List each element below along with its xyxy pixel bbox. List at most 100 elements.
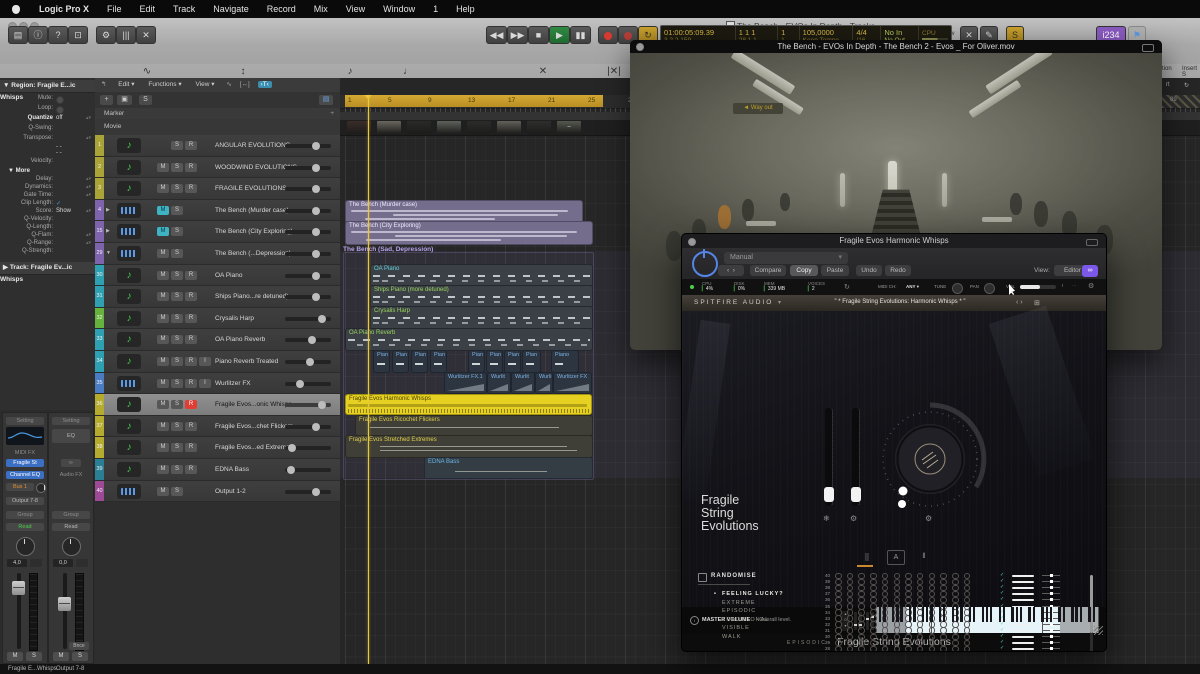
record-enable-button[interactable]: R	[185, 400, 197, 409]
setting-button[interactable]: Setting	[6, 417, 44, 425]
slider-knob[interactable]	[312, 164, 320, 172]
main-dial[interactable]	[870, 399, 990, 519]
track-volume-slider[interactable]	[285, 166, 331, 170]
more-options-icon[interactable]: ⋯	[1072, 283, 1077, 289]
row-pan-slider[interactable]	[1042, 599, 1060, 600]
row-volume-slider[interactable]	[1012, 648, 1034, 650]
row-pan-slider[interactable]	[1042, 624, 1060, 625]
vol-slider[interactable]	[1020, 285, 1056, 289]
track-row-33[interactable]: 33♪MSROA Piano Reverb	[95, 329, 340, 351]
pan-knob[interactable]	[62, 537, 81, 556]
record-enable-button[interactable]: R	[185, 335, 197, 344]
black-key[interactable]	[913, 607, 915, 622]
slider-knob[interactable]	[312, 207, 320, 215]
preset-traditional[interactable]: TRADITIONAL	[722, 617, 769, 623]
solo-button[interactable]: S	[171, 379, 183, 388]
track-volume-slider[interactable]	[285, 338, 331, 342]
slider-knob[interactable]	[312, 293, 320, 301]
track-row-29[interactable]: 29▼MSThe Bench (...Depression)	[95, 243, 340, 265]
track-name[interactable]: FRAGILE EVOLUTIONS	[215, 185, 287, 192]
track-name[interactable]: The Bench (...Depression)	[215, 250, 291, 257]
fx-enable-check[interactable]: ✓	[1000, 627, 1004, 633]
compare-button[interactable]: Compare	[750, 265, 786, 276]
pitch-wheel[interactable]	[854, 612, 857, 630]
row-volume-slider[interactable]	[1012, 581, 1034, 583]
movie-lane-header[interactable]: Movie	[95, 119, 340, 136]
track-volume-slider[interactable]	[285, 274, 331, 278]
solo-safe-button[interactable]: S	[139, 95, 152, 105]
slider-knob[interactable]	[287, 466, 295, 474]
inspector-row-loop[interactable]: Loop:	[0, 105, 95, 114]
solo-button[interactable]: S	[26, 652, 42, 661]
grid-cell[interactable]	[858, 627, 865, 634]
menu-1[interactable]: 1	[424, 4, 447, 14]
black-key[interactable]	[1063, 607, 1065, 622]
grid-cell[interactable]	[882, 646, 889, 652]
fx-enable-check[interactable]: ✓	[1000, 596, 1004, 602]
preset-dropdown[interactable]: Manual ▾	[724, 252, 848, 264]
bounce-button[interactable]: Bnce	[69, 642, 89, 650]
black-key[interactable]	[1011, 607, 1013, 622]
panic-button[interactable]: !	[1062, 283, 1063, 288]
region[interactable]: Pian	[504, 350, 521, 373]
tab-mixer[interactable]: ⫴	[916, 550, 932, 563]
mute-button[interactable]: M	[157, 292, 169, 301]
solo-button[interactable]: S	[171, 206, 183, 215]
track-volume-slider[interactable]	[285, 295, 331, 299]
grid-cell[interactable]	[847, 646, 854, 652]
resize-handle[interactable]	[1094, 626, 1103, 635]
grid-cell[interactable]	[905, 627, 912, 634]
region[interactable]: Pian	[468, 350, 485, 373]
track-name[interactable]: The Bench (City Exploring)	[215, 228, 293, 235]
stepper-icon[interactable]: ▴▾	[86, 135, 91, 141]
region[interactable]: Piano	[551, 350, 579, 373]
black-key[interactable]	[926, 607, 928, 622]
mute-button[interactable]: M	[157, 184, 169, 193]
region[interactable]: The Bench (City Exploring)	[345, 221, 593, 245]
menu-mix[interactable]: Mix	[305, 4, 337, 14]
stepper-icon[interactable]: ▴▾	[86, 232, 91, 238]
solo-button[interactable]: S	[171, 141, 183, 150]
lcd-dropdown-icon[interactable]: ∨	[951, 30, 955, 37]
refresh-icon[interactable]: ↻	[1184, 82, 1189, 89]
track-row-2[interactable]: 2♪MSRWOODWIND EVOLUTIONS	[95, 157, 340, 179]
row-pan-slider[interactable]	[1042, 648, 1060, 649]
row-pan-slider[interactable]	[1042, 587, 1060, 588]
black-key[interactable]	[1003, 607, 1005, 622]
preset-walk[interactable]: WALK	[722, 634, 741, 640]
grid-cell[interactable]	[952, 627, 959, 634]
solo-button[interactable]: S	[171, 487, 183, 496]
record-enable-button[interactable]: R	[185, 314, 197, 323]
track-volume-slider[interactable]	[285, 252, 331, 256]
zoom-brackets-icon[interactable]: [↔]	[240, 81, 250, 88]
black-key[interactable]	[1041, 607, 1043, 622]
black-key[interactable]	[986, 607, 988, 622]
grid-cell[interactable]	[894, 627, 901, 634]
row-pan-slider[interactable]	[1042, 630, 1060, 631]
slider-knob[interactable]	[312, 142, 320, 150]
track-row-1[interactable]: 1♪SRANGULAR EVOLUTIONS	[95, 135, 340, 157]
fx-enable-check[interactable]: ✓	[1000, 578, 1004, 584]
inspector-row-q-strength[interactable]: Q-Strength:	[0, 248, 95, 257]
grid-cell[interactable]	[964, 646, 971, 652]
black-key[interactable]	[1071, 607, 1073, 622]
slider-knob[interactable]	[308, 336, 316, 344]
region[interactable]: OA Piano	[370, 264, 593, 287]
black-key[interactable]	[896, 607, 898, 622]
slider-knob[interactable]	[312, 423, 320, 431]
solo-button[interactable]: S	[171, 184, 183, 193]
track-row-36[interactable]: 36♪MSRFragile Evos...onic Whisps	[95, 394, 340, 416]
inspector-value[interactable]: - -	[56, 150, 62, 156]
black-key[interactable]	[956, 607, 958, 622]
setting-button[interactable]: Setting	[52, 417, 90, 425]
region[interactable]: Crysalis Harp	[370, 306, 593, 330]
grid-cell[interactable]	[858, 646, 865, 652]
track-row-4[interactable]: 4▶MSThe Bench (Murder case)	[95, 200, 340, 222]
send-knob[interactable]	[36, 483, 46, 493]
channel-eq-slot[interactable]: Channel EQ	[6, 471, 44, 479]
purge-refresh-icon[interactable]: ↻	[844, 283, 850, 291]
menu-logic-pro-x[interactable]: Logic Pro X	[30, 4, 98, 14]
stepper-icon[interactable]: ▴▾	[86, 208, 91, 214]
track-row-38[interactable]: 38♪MSRFragile Evos...ed Extremes	[95, 437, 340, 459]
inspector-value[interactable]: Show	[56, 208, 71, 214]
